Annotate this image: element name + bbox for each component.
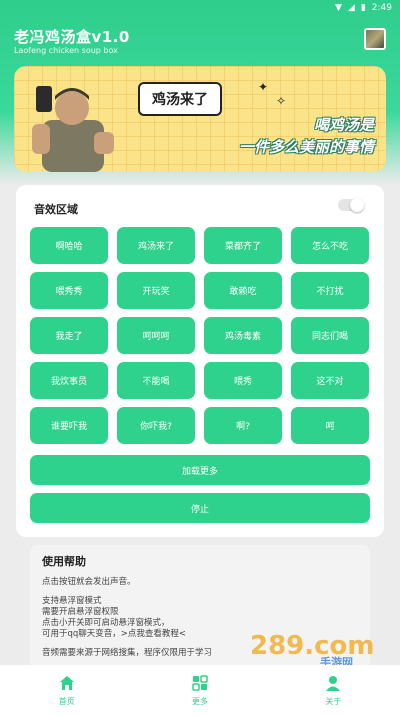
sound-button[interactable]: 这不对: [291, 362, 369, 399]
sound-button-grid: 啊哈哈 鸡汤来了 菜都齐了 怎么不吃 喂秀秀 开玩笑 敢赖吃 不打扰 我走了 呵…: [30, 227, 370, 444]
sparkle-icon: ✦: [258, 80, 269, 94]
sound-button[interactable]: 鸡汤毒素: [204, 317, 282, 354]
sound-button[interactable]: 你吓我?: [117, 407, 195, 444]
nav-item-about[interactable]: 关于: [293, 674, 373, 707]
toggle-knob: [350, 198, 364, 212]
sound-panel: 音效区域 啊哈哈 鸡汤来了 菜都齐了 怎么不吃 喂秀秀 开玩笑 敢赖吃 不打扰 …: [16, 185, 384, 537]
floating-window-toggle[interactable]: [338, 198, 364, 212]
banner[interactable]: 鸡汤来了 ✦ ✧ 喝鸡汤是 一件多么美丽的事情: [14, 66, 386, 172]
load-more-button[interactable]: 加载更多: [30, 455, 370, 485]
sound-button[interactable]: 开玩笑: [117, 272, 195, 309]
sound-button[interactable]: 啊?: [204, 407, 282, 444]
help-line: 点击按钮就会发出声音。: [42, 577, 136, 587]
status-bar: ▼ ◢ ▮ 2:49: [0, 0, 400, 16]
sound-button[interactable]: 啊哈哈: [30, 227, 108, 264]
help-line: 需要开启悬浮窗权限: [42, 607, 119, 617]
sound-button[interactable]: 同志们喝: [291, 317, 369, 354]
sound-panel-title: 音效区域: [34, 203, 78, 216]
sound-button[interactable]: 我走了: [30, 317, 108, 354]
app-title: 老冯鸡汤盒v1.0: [14, 28, 130, 46]
watermark-text: 289.com: [250, 631, 375, 661]
signal-icon: ◢: [347, 3, 355, 13]
sound-button[interactable]: 喂秀秀: [30, 272, 108, 309]
app-subtitle: Laofeng chicken soup box: [14, 46, 118, 55]
nav-item-more[interactable]: 更多: [160, 674, 240, 707]
person-icon: [326, 675, 341, 691]
nav-item-home[interactable]: 首页: [27, 674, 107, 707]
sound-button[interactable]: 谁要吓我: [30, 407, 108, 444]
sound-button[interactable]: 呵: [291, 407, 369, 444]
home-icon: [59, 675, 74, 690]
help-line: 支持悬浮窗模式: [42, 596, 102, 606]
nav-label-more: 更多: [191, 696, 208, 706]
stop-button[interactable]: 停止: [30, 493, 370, 523]
help-title: 使用帮助: [42, 555, 86, 568]
sound-button[interactable]: 我炊事员: [30, 362, 108, 399]
sound-button[interactable]: 不打扰: [291, 272, 369, 309]
banner-bubble: 鸡汤来了: [138, 82, 222, 116]
battery-icon: ▮: [360, 3, 366, 13]
nav-label-home: 首页: [58, 696, 75, 706]
sound-button[interactable]: 敢赖吃: [204, 272, 282, 309]
sound-button[interactable]: 鸡汤来了: [117, 227, 195, 264]
banner-person-illustration: [32, 86, 114, 172]
site-watermark-logo: 289.com 手游网: [250, 631, 375, 668]
sound-button[interactable]: 菜都齐了: [204, 227, 282, 264]
nav-label-about: 关于: [325, 696, 342, 706]
banner-slogan-line2: 一件多么美丽的事情: [238, 138, 374, 156]
sound-button[interactable]: 怎么不吃: [291, 227, 369, 264]
status-time: 2:49: [371, 3, 392, 13]
sound-button[interactable]: 喂秀: [204, 362, 282, 399]
bottom-navigation: 首页 更多 关于: [0, 665, 400, 715]
banner-slogan-line1: 喝鸡汤是: [313, 116, 374, 134]
sound-button[interactable]: 呵呵呵: [117, 317, 195, 354]
grid-icon: [192, 674, 208, 691]
banner-slogan: 喝鸡汤是 一件多么美丽的事情: [184, 114, 384, 158]
sparkle-icon: ✧: [276, 94, 287, 108]
wifi-icon: ▼: [334, 3, 342, 13]
avatar[interactable]: [364, 28, 386, 50]
sound-button[interactable]: 不能喝: [117, 362, 195, 399]
